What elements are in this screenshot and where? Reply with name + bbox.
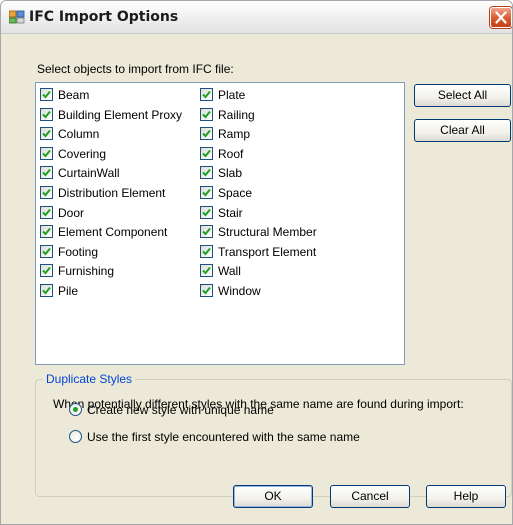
checklist-item-label: Covering	[58, 146, 107, 161]
checklist-item-label: Space	[218, 186, 253, 200]
check-icon	[202, 228, 211, 236]
select-all-button[interactable]: Select All	[414, 84, 511, 107]
checkbox[interactable]	[200, 284, 213, 297]
dialog-title: IFC Import Options	[29, 9, 179, 25]
checkbox[interactable]	[200, 166, 213, 180]
checkbox[interactable]	[40, 186, 53, 199]
objects-checklist[interactable]: Beam Building Element Proxy Column Covering…	[35, 82, 405, 365]
checklist-item-label: Building Element Proxy	[58, 107, 183, 122]
check-icon	[202, 208, 211, 217]
checkbox[interactable]	[200, 146, 213, 160]
objects-prompt: Select objects to import from IFC file:	[37, 62, 234, 76]
checklist-item-label: Furnishing	[58, 264, 115, 279]
radio-selected-dot	[73, 407, 78, 412]
clear-all-button[interactable]: Clear All	[414, 119, 511, 142]
checklist-item-label: Plate	[218, 88, 246, 102]
checkbox[interactable]	[40, 88, 53, 101]
help-button[interactable]: Help	[426, 485, 506, 508]
check-icon	[202, 149, 211, 158]
check-icon	[202, 188, 211, 197]
radio-circle[interactable]	[69, 430, 82, 443]
check-icon	[42, 228, 51, 236]
checklist-item-label: Wall	[218, 264, 241, 279]
check-icon	[202, 110, 211, 119]
radio-label: Create new style with unique name	[87, 403, 274, 417]
duplicate-styles-legend: Duplicate Styles	[43, 372, 136, 386]
checklist-item-label: Column	[58, 127, 100, 142]
checklist-item-label: Structural Member	[218, 225, 317, 240]
check-icon	[42, 110, 51, 119]
ifc-window-icon	[9, 10, 25, 24]
checklist-item-label: Roof	[218, 146, 244, 161]
checkbox[interactable]	[40, 284, 53, 297]
ifc-import-options-dialog: IFC Import Options Select objects to imp…	[0, 0, 513, 525]
checkbox[interactable]	[200, 186, 213, 199]
checklist-item-label: CurtainWall	[58, 166, 120, 181]
checkbox[interactable]	[200, 107, 213, 121]
check-icon	[42, 188, 51, 197]
checklist-item-label: Door	[58, 205, 85, 220]
checklist-item-label: Slab	[218, 166, 243, 181]
check-icon	[202, 247, 211, 256]
checklist-item-label: Beam	[58, 88, 90, 102]
check-icon	[42, 90, 51, 99]
checklist-item-label: Distribution Element	[58, 186, 166, 200]
check-icon	[42, 130, 51, 138]
check-icon	[202, 130, 211, 138]
check-icon	[42, 286, 51, 295]
cancel-button[interactable]: Cancel	[330, 485, 410, 508]
checkbox[interactable]	[200, 205, 213, 219]
check-icon	[42, 149, 51, 158]
ok-button[interactable]: OK	[233, 485, 313, 508]
checklist-item-label: Stair	[218, 205, 243, 220]
checkbox[interactable]	[200, 88, 213, 101]
checkbox[interactable]	[40, 127, 53, 141]
checkbox[interactable]	[200, 244, 213, 258]
checklist-item-label: Element Component	[58, 225, 168, 240]
checklist-item-label: Window	[218, 284, 261, 298]
close-button[interactable]	[490, 7, 512, 28]
check-icon	[42, 208, 51, 217]
checklist-item-label: Pile	[58, 284, 79, 298]
title-bar[interactable]: IFC Import Options	[1, 1, 512, 34]
check-icon	[42, 267, 51, 275]
checkbox[interactable]	[40, 146, 53, 160]
checklist-item-label: Footing	[58, 244, 99, 259]
check-icon	[202, 169, 211, 177]
checkbox[interactable]	[40, 107, 53, 121]
checkbox[interactable]	[40, 264, 53, 278]
checkbox[interactable]	[200, 127, 213, 141]
checkbox[interactable]	[40, 205, 53, 219]
radio-circle[interactable]	[69, 403, 82, 416]
check-icon	[202, 90, 211, 99]
check-icon	[42, 247, 51, 256]
check-icon	[202, 286, 211, 295]
checklist-item-label: Railing	[218, 107, 255, 122]
checklist-item-label: Ramp	[218, 127, 251, 142]
check-icon	[202, 267, 211, 275]
radio-label: Use the first style encountered with the…	[87, 430, 360, 444]
checkbox[interactable]	[40, 244, 53, 258]
checklist-item-label: Transport Element	[218, 244, 317, 259]
checkbox[interactable]	[40, 225, 53, 239]
dialog-body: Select objects to import from IFC file: …	[1, 34, 512, 524]
checkbox[interactable]	[40, 166, 53, 180]
close-icon	[495, 11, 507, 24]
checkbox[interactable]	[200, 225, 213, 239]
checkbox[interactable]	[200, 264, 213, 278]
check-icon	[42, 169, 51, 177]
